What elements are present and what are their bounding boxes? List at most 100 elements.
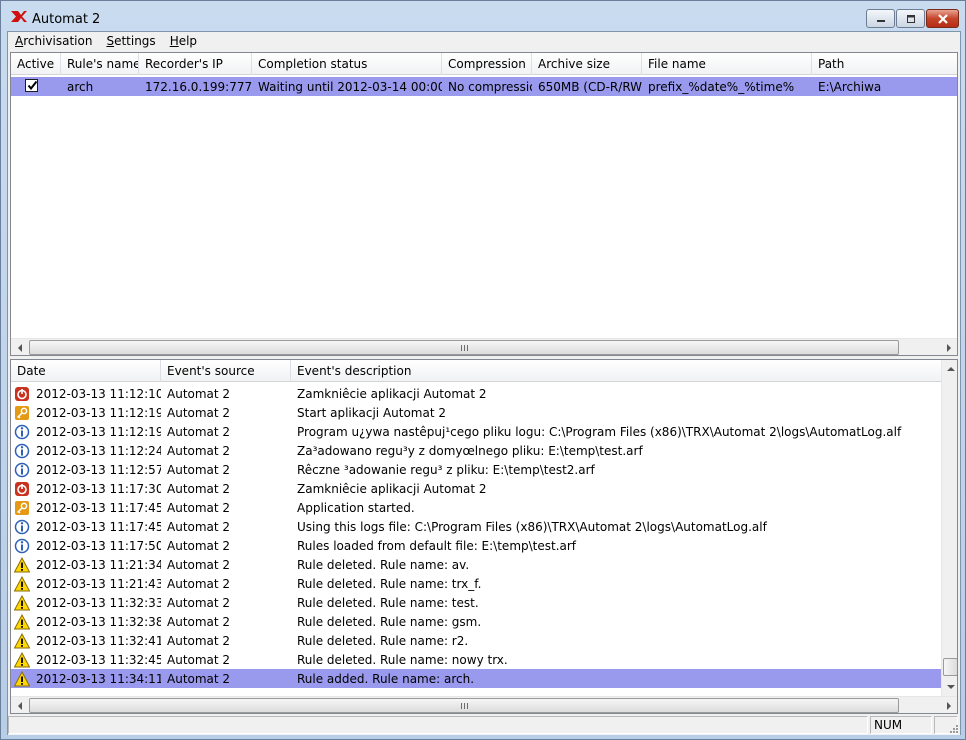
- event-source: Automat 2: [167, 652, 231, 667]
- rules-hscroll-thumb[interactable]: [29, 340, 899, 355]
- info-icon: [14, 424, 30, 440]
- event-row[interactable]: 2012-03-13 11:32:38 Automat 2 Rule deleted…: [11, 612, 941, 631]
- menu-settings[interactable]: Settings: [99, 32, 162, 52]
- rules-list[interactable]: Active Rule's name Recorder's IP Complet…: [10, 52, 958, 356]
- event-date: 2012-03-13 11:17:45: [36, 519, 161, 534]
- event-source: Automat 2: [167, 519, 231, 534]
- col-completion-status[interactable]: Completion status: [252, 53, 442, 75]
- warning-icon: [13, 632, 31, 649]
- event-row[interactable]: 2012-03-13 11:12:19 Automat 2 Program u¿yw…: [11, 422, 941, 441]
- info-icon: [14, 519, 30, 535]
- event-description: Rule deleted. Rule name: trx_f.: [297, 576, 482, 591]
- event-row[interactable]: 2012-03-13 11:32:33 Automat 2 Rule deleted…: [11, 593, 941, 612]
- close-icon: [937, 13, 948, 24]
- col-compression[interactable]: Compression: [442, 53, 532, 75]
- warning-icon: [13, 594, 31, 611]
- event-description: Rêczne ³adowanie regu³ z pliku: E:\temp\…: [297, 462, 595, 477]
- event-description: Zamkniêcie aplikacji Automat 2: [297, 386, 487, 401]
- events-hscroll-thumb[interactable]: [29, 698, 899, 713]
- event-source: Automat 2: [167, 557, 231, 572]
- menu-bar: Archivisation Settings Help: [8, 32, 960, 52]
- event-row[interactable]: 2012-03-13 11:17:30 Automat 2 Zamkniêcie a…: [11, 479, 941, 498]
- event-source: Automat 2: [167, 614, 231, 629]
- event-source: Automat 2: [167, 424, 231, 439]
- event-row[interactable]: 2012-03-13 11:21:43 Automat 2 Rule deleted…: [11, 574, 941, 593]
- col-event-description[interactable]: Event's description: [291, 360, 941, 382]
- scroll-left-button-events[interactable]: [11, 697, 28, 713]
- event-date: 2012-03-13 11:12:24: [36, 443, 161, 458]
- event-description: Program u¿ywa nastêpuj¹cego pliku logu: …: [297, 424, 902, 439]
- info-icon: [14, 538, 30, 554]
- scroll-right-button-events[interactable]: [940, 697, 957, 713]
- event-date: 2012-03-13 11:17:30: [36, 481, 161, 496]
- event-description: Using this logs file: C:\Program Files (…: [297, 519, 767, 534]
- event-row[interactable]: 2012-03-13 11:17:45 Automat 2 Application …: [11, 498, 941, 517]
- event-date: 2012-03-13 11:34:11: [36, 671, 161, 686]
- menu-help[interactable]: Help: [163, 32, 204, 52]
- rule-compression: No compression: [448, 79, 532, 94]
- scroll-up-button[interactable]: [942, 360, 957, 377]
- col-recorder-ip[interactable]: Recorder's IP: [139, 53, 252, 75]
- event-row[interactable]: 2012-03-13 11:12:10 Automat 2 Zamkniêcie a…: [11, 384, 941, 403]
- warning-icon: [13, 670, 31, 687]
- event-row[interactable]: 2012-03-13 11:17:45 Automat 2 Using this l…: [11, 517, 941, 536]
- event-description: Rule added. Rule name: arch.: [297, 671, 475, 686]
- event-description: Rules loaded from default file: E:\temp\…: [297, 538, 577, 553]
- col-file-name[interactable]: File name: [642, 53, 812, 75]
- col-archive-size[interactable]: Archive size: [532, 53, 642, 75]
- col-date[interactable]: Date: [11, 360, 161, 382]
- event-date: 2012-03-13 11:12:19: [36, 405, 161, 420]
- menu-settings-mnemonic: S: [106, 34, 115, 48]
- arrow-left-icon: [17, 343, 22, 352]
- event-source: Automat 2: [167, 595, 231, 610]
- scroll-left-button[interactable]: [11, 339, 28, 355]
- title-bar[interactable]: Automat 2: [1, 1, 965, 31]
- rule-row[interactable]: arch 172.16.0.199:7777 Waiting until 201…: [11, 77, 957, 96]
- maximize-button[interactable]: [896, 9, 925, 28]
- resize-grip-icon[interactable]: [947, 722, 959, 734]
- rule-active-cell: [11, 78, 61, 95]
- close-button[interactable]: [926, 9, 959, 28]
- events-vscroll-thumb[interactable]: [943, 658, 957, 676]
- event-source: Automat 2: [167, 576, 231, 591]
- events-list[interactable]: Date Event's source Event's description …: [10, 359, 958, 714]
- minimize-button[interactable]: [866, 9, 895, 28]
- rule-ip: 172.16.0.199:7777: [145, 79, 252, 94]
- events-vscrollbar[interactable]: [941, 360, 957, 696]
- event-row[interactable]: 2012-03-13 11:12:57 Automat 2 Rêczne ³adow…: [11, 460, 941, 479]
- menu-archivisation[interactable]: Archivisation: [8, 32, 99, 52]
- event-row[interactable]: 2012-03-13 11:12:24 Automat 2 Za³adowano r…: [11, 441, 941, 460]
- menu-archivisation-mnemonic: A: [15, 34, 24, 48]
- scroll-right-button[interactable]: [940, 339, 957, 355]
- rules-hscrollbar[interactable]: [11, 338, 957, 355]
- event-row[interactable]: 2012-03-13 11:12:19 Automat 2 Start aplika…: [11, 403, 941, 422]
- event-date: 2012-03-13 11:21:43: [36, 576, 161, 591]
- num-lock-indicator: NUM: [870, 716, 932, 734]
- col-event-source[interactable]: Event's source: [161, 360, 291, 382]
- event-row[interactable]: 2012-03-13 11:32:45 Automat 2 Rule deleted…: [11, 650, 941, 669]
- col-active[interactable]: Active: [11, 53, 61, 75]
- event-source: Automat 2: [167, 538, 231, 553]
- status-main-pane: [8, 716, 868, 734]
- grip-icon: [460, 344, 468, 351]
- event-date: 2012-03-13 11:12:57: [36, 462, 161, 477]
- event-row[interactable]: 2012-03-13 11:21:34 Automat 2 Rule deleted…: [11, 555, 941, 574]
- window-controls: [865, 9, 959, 29]
- rule-active-checkbox[interactable]: [25, 78, 38, 92]
- stop-icon: [14, 481, 30, 497]
- scroll-down-button[interactable]: [942, 678, 957, 695]
- event-row[interactable]: 2012-03-13 11:34:11 Automat 2 Rule added. …: [11, 669, 941, 688]
- arrow-left-icon: [17, 701, 22, 710]
- window-title: Automat 2: [32, 12, 101, 27]
- start-key-icon: [14, 405, 30, 421]
- event-source: Automat 2: [167, 462, 231, 477]
- event-source: Automat 2: [167, 443, 231, 458]
- events-hscrollbar[interactable]: [11, 696, 957, 713]
- event-row[interactable]: 2012-03-13 11:32:41 Automat 2 Rule deleted…: [11, 631, 941, 650]
- info-icon: [14, 443, 30, 459]
- col-rule-name[interactable]: Rule's name: [61, 53, 139, 75]
- col-path[interactable]: Path: [812, 53, 957, 75]
- event-row[interactable]: 2012-03-13 11:17:50 Automat 2 Rules loaded…: [11, 536, 941, 555]
- rule-name: arch: [67, 79, 94, 94]
- client-area: Archivisation Settings Help Active Rule'…: [7, 31, 961, 735]
